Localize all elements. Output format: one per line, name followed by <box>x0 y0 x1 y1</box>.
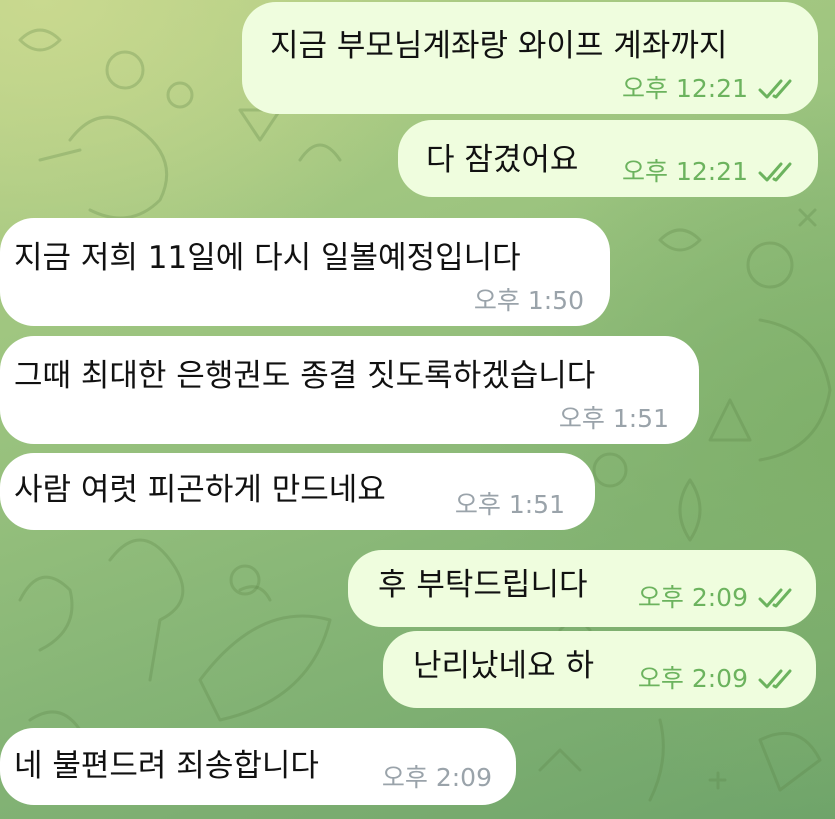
message-time: 오후 1:51 <box>454 490 565 519</box>
message-text: 그때 최대한 은행권도 종결 짓도록하겠습니다 <box>14 358 596 394</box>
message-meta: 오후 2:09 <box>638 583 798 613</box>
message-meta: 오후 1:51 <box>559 404 669 434</box>
double-check-icon <box>758 668 798 690</box>
double-check-icon <box>758 78 798 100</box>
message-time: 오후 12:21 <box>622 74 748 103</box>
outgoing-message-bubble[interactable]: 난리났네요 하 오후 2:09 <box>383 631 816 708</box>
incoming-message-bubble[interactable]: 그때 최대한 은행권도 종결 짓도록하겠습니다오후 1:51 <box>0 336 699 444</box>
message-time: 오후 2:09 <box>637 583 748 612</box>
incoming-message-bubble[interactable]: 네 불편드려 죄송합니다 오후 2:09 <box>0 728 516 805</box>
message-text: 후 부탁드립니다 <box>378 567 588 603</box>
double-check-icon <box>758 161 798 183</box>
message-time: 오후 1:51 <box>558 404 669 433</box>
message-text: 지금 부모님계좌랑 와이프 계좌까지 <box>270 28 728 64</box>
message-text: 난리났네요 하 <box>413 648 594 684</box>
message-text: 지금 저희 11일에 다시 일볼예정입니다 <box>14 240 521 276</box>
double-check-icon <box>758 587 798 609</box>
outgoing-message-bubble[interactable]: 다 잠겼어요 오후 12:21 <box>398 120 818 197</box>
message-time: 오후 12:21 <box>622 157 748 186</box>
message-meta: 오후 1:51 <box>455 490 565 520</box>
message-time: 오후 2:09 <box>637 664 748 693</box>
message-meta: 오후 2:09 <box>382 763 492 793</box>
message-meta: 오후 2:09 <box>638 664 798 694</box>
outgoing-message-bubble[interactable]: 지금 부모님계좌랑 와이프 계좌까지오후 12:21 <box>242 2 818 114</box>
message-text: 사람 여럿 피곤하게 만드네요 <box>14 472 386 508</box>
message-meta: 오후 12:21 <box>622 157 798 187</box>
message-text: 네 불편드려 죄송합니다 <box>14 748 319 784</box>
message-time: 오후 1:50 <box>473 286 584 315</box>
message-meta: 오후 12:21 <box>622 74 798 104</box>
outgoing-message-bubble[interactable]: 후 부탁드립니다 오후 2:09 <box>348 550 816 627</box>
message-meta: 오후 1:50 <box>474 286 584 316</box>
incoming-message-bubble[interactable]: 사람 여럿 피곤하게 만드네요오후 1:51 <box>0 453 595 530</box>
message-time: 오후 2:09 <box>381 763 492 792</box>
incoming-message-bubble[interactable]: 지금 저희 11일에 다시 일볼예정입니다오후 1:50 <box>0 218 610 326</box>
message-text: 다 잠겼어요 <box>426 142 579 178</box>
